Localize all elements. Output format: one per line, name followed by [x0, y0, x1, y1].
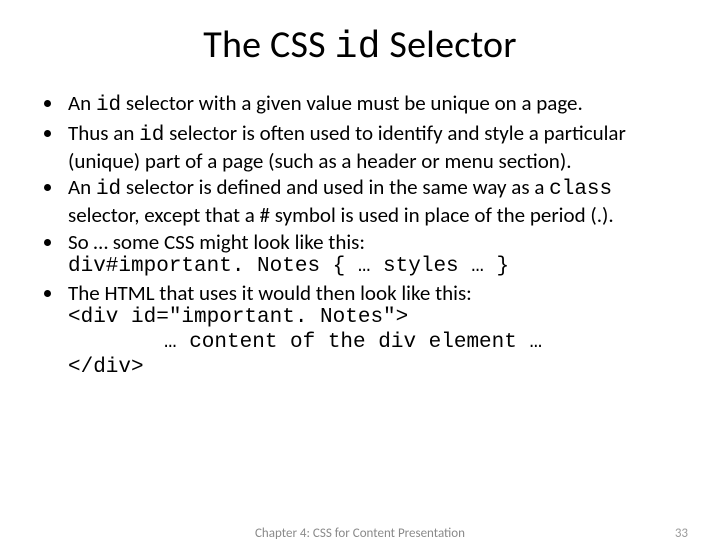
bullet-1-pre: An	[68, 90, 96, 116]
bullet-3-code1: id	[96, 178, 121, 201]
bullet-3-mid: selector is defined and used in the same…	[121, 174, 549, 200]
bullet-1-post: selector with a given value must be uniq…	[121, 90, 583, 116]
bullet-5-code2: … content of the div element …	[68, 331, 680, 356]
slide: The CSS id Selector An id selector with …	[0, 0, 720, 540]
bullet-4: So … some CSS might look like this: div#…	[64, 230, 680, 280]
footer-page-number: 33	[675, 526, 688, 540]
bullet-4-code: div#important. Notes { … styles … }	[68, 255, 680, 280]
bullet-5-code3: </div>	[68, 356, 680, 381]
bullet-4-text: So … some CSS might look like this:	[68, 229, 365, 255]
bullet-3: An id selector is defined and used in th…	[64, 175, 680, 228]
bullet-2: Thus an id selector is often used to ide…	[64, 121, 680, 174]
footer-chapter: Chapter 4: CSS for Content Presentation	[0, 526, 720, 540]
title-code: id	[335, 26, 381, 69]
bullet-1-code: id	[96, 94, 121, 117]
title-pre: The CSS	[203, 22, 334, 68]
slide-title: The CSS id Selector	[40, 22, 680, 69]
bullet-2-code: id	[139, 124, 164, 147]
bullet-3-post: selector, except that a # symbol is used…	[68, 202, 614, 228]
bullet-3-code2: class	[549, 178, 612, 201]
bullet-5: The HTML that uses it would then look li…	[64, 281, 680, 380]
bullet-3-pre: An	[68, 174, 96, 200]
slide-body: An id selector with a given value must b…	[40, 91, 680, 380]
title-post: Selector	[381, 22, 517, 68]
bullet-1: An id selector with a given value must b…	[64, 91, 680, 119]
bullet-2-pre: Thus an	[68, 120, 139, 146]
bullet-5-text: The HTML that uses it would then look li…	[68, 280, 472, 306]
bullet-5-code1: <div id="important. Notes">	[68, 306, 680, 331]
